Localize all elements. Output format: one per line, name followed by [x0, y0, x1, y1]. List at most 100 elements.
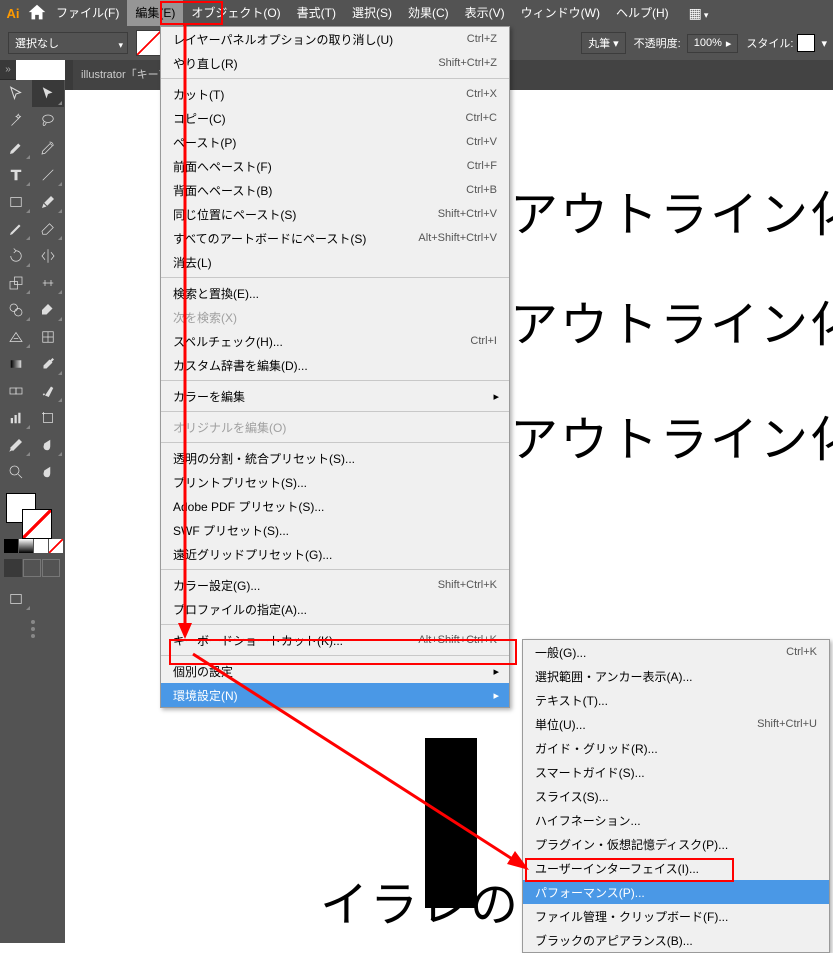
shape-builder-tool[interactable] — [0, 296, 32, 323]
zoom-tool[interactable] — [0, 458, 32, 485]
panel-collapse-icon[interactable]: » — [0, 60, 16, 80]
stroke-color-icon[interactable] — [22, 509, 52, 539]
eraser-tool[interactable] — [32, 215, 64, 242]
menu-item[interactable]: 透明の分割・統合プリセット(S)... — [161, 446, 509, 470]
artboard-tool[interactable] — [32, 404, 64, 431]
direct-selection-tool[interactable] — [32, 80, 64, 107]
lasso-tool[interactable] — [32, 107, 64, 134]
none-color-icon[interactable] — [34, 539, 48, 553]
pen-tool[interactable] — [0, 134, 32, 161]
menu-item[interactable]: 同じ位置にペースト(S)Shift+Ctrl+V — [161, 202, 509, 226]
menu-effect[interactable]: 効果(C) — [400, 0, 457, 26]
tab-handle[interactable] — [65, 60, 73, 90]
curvature-tool[interactable] — [32, 134, 64, 161]
menu-window[interactable]: ウィンドウ(W) — [513, 0, 608, 26]
menu-item[interactable]: カラー設定(G)...Shift+Ctrl+K — [161, 573, 509, 597]
toolbar-grip[interactable] — [0, 620, 65, 638]
symbol-sprayer-tool[interactable] — [32, 377, 64, 404]
opacity-label: 不透明度: — [634, 35, 681, 51]
menu-item[interactable]: 単位(U)...Shift+Ctrl+U — [523, 712, 829, 736]
menu-object[interactable]: オブジェクト(O) — [183, 0, 288, 26]
menu-item[interactable]: スマートガイド(S)... — [523, 760, 829, 784]
menu-item[interactable]: キーボードショートカット(K)...Alt+Shift+Ctrl+K — [161, 628, 509, 652]
menu-item[interactable]: テキスト(T)... — [523, 688, 829, 712]
menu-view[interactable]: 表示(V) — [457, 0, 513, 26]
screen-mode-button[interactable] — [0, 585, 32, 612]
menu-item[interactable]: スライス(S)... — [523, 784, 829, 808]
menu-item[interactable]: コピー(C)Ctrl+C — [161, 106, 509, 130]
menu-item[interactable]: ハイフネーション... — [523, 808, 829, 832]
hand-tool[interactable] — [32, 431, 64, 458]
gradient-tool[interactable] — [0, 350, 32, 377]
menu-item[interactable]: 消去(L) — [161, 250, 509, 274]
home-icon[interactable] — [26, 0, 48, 26]
menu-help[interactable]: ヘルプ(H) — [608, 0, 677, 26]
fill-swatch[interactable] — [136, 30, 162, 56]
draw-inside-icon[interactable] — [42, 559, 60, 577]
selection-tool[interactable] — [0, 80, 32, 107]
draw-behind-icon[interactable] — [23, 559, 41, 577]
selection-indicator[interactable]: 選択なし — [8, 32, 128, 54]
print-tile-tool[interactable] — [32, 458, 64, 485]
menu-item[interactable]: 一般(G)...Ctrl+K — [523, 640, 829, 664]
menu-item[interactable]: 遠近グリッドプリセット(G)... — [161, 542, 509, 566]
menu-item[interactable]: 検索と置換(E)... — [161, 281, 509, 305]
fill-stroke-control[interactable] — [0, 489, 65, 537]
column-graph-tool[interactable] — [0, 404, 32, 431]
line-tool[interactable] — [32, 161, 64, 188]
paintbrush-tool[interactable] — [32, 188, 64, 215]
width-tool[interactable] — [32, 269, 64, 296]
blend-tool[interactable] — [0, 377, 32, 404]
rectangle-tool[interactable] — [0, 188, 32, 215]
live-paint-tool[interactable] — [32, 296, 64, 323]
menu-item[interactable]: プリントプリセット(S)... — [161, 470, 509, 494]
menu-item[interactable]: 前面へペースト(F)Ctrl+F — [161, 154, 509, 178]
menu-item[interactable]: ペースト(P)Ctrl+V — [161, 130, 509, 154]
menu-item[interactable]: 環境設定(N)▸ — [161, 683, 509, 707]
menu-item[interactable]: 選択範囲・アンカー表示(A)... — [523, 664, 829, 688]
gradient-color-icon[interactable] — [19, 539, 33, 553]
draw-normal-icon[interactable] — [4, 559, 22, 577]
opacity-value[interactable]: 100%▸ — [687, 34, 739, 53]
menu-item[interactable]: ファイル管理・クリップボード(F)... — [523, 904, 829, 928]
magic-wand-tool[interactable] — [0, 107, 32, 134]
brush-preset[interactable]: 丸筆▾ — [581, 32, 626, 54]
perspective-grid-tool[interactable] — [0, 323, 32, 350]
menu-item[interactable]: Adobe PDF プリセット(S)... — [161, 494, 509, 518]
scale-tool[interactable] — [0, 269, 32, 296]
menu-item[interactable]: ブラックのアピアランス(B)... — [523, 928, 829, 952]
menu-item[interactable]: カスタム辞書を編集(D)... — [161, 353, 509, 377]
slice-tool[interactable] — [0, 431, 32, 458]
menu-item[interactable]: SWF プリセット(S)... — [161, 518, 509, 542]
menu-item[interactable]: レイヤーパネルオプションの取り消し(U)Ctrl+Z — [161, 27, 509, 51]
menu-item[interactable]: 個別の設定▸ — [161, 659, 509, 683]
none-color-icon-2[interactable] — [49, 539, 63, 553]
eyedropper-tool[interactable] — [32, 350, 64, 377]
menu-item[interactable]: プロファイルの指定(A)... — [161, 597, 509, 621]
menu-item[interactable]: スペルチェック(H)...Ctrl+I — [161, 329, 509, 353]
menu-item[interactable]: プラグイン・仮想記憶ディスク(P)... — [523, 832, 829, 856]
menu-item[interactable]: カラーを編集▸ — [161, 384, 509, 408]
menu-edit[interactable]: 編集(E) — [127, 0, 183, 26]
menu-format[interactable]: 書式(T) — [289, 0, 344, 26]
menu-select[interactable]: 選択(S) — [344, 0, 400, 26]
mesh-tool[interactable] — [32, 323, 64, 350]
solid-color-icon[interactable] — [4, 539, 18, 553]
menu-item[interactable]: ガイド・グリッド(R)... — [523, 736, 829, 760]
canvas-text: アウトライン化 — [510, 175, 833, 245]
menu-item[interactable]: 背面へペースト(B)Ctrl+B — [161, 178, 509, 202]
style-label: スタイル: — [746, 35, 793, 51]
rotate-tool[interactable] — [0, 242, 32, 269]
type-tool[interactable] — [0, 161, 32, 188]
menu-item[interactable]: ユーザーインターフェイス(I)... — [523, 856, 829, 880]
menu-item[interactable]: すべてのアートボードにペースト(S)Alt+Shift+Ctrl+V — [161, 226, 509, 250]
menu-file[interactable]: ファイル(F) — [48, 0, 127, 26]
submenu-arrow-icon: ▸ — [493, 689, 499, 702]
style-swatch[interactable] — [797, 34, 815, 52]
pencil-tool[interactable] — [0, 215, 32, 242]
workspace-switcher-icon[interactable]: ▦▾ — [683, 0, 715, 26]
menu-item[interactable]: やり直し(R)Shift+Ctrl+Z — [161, 51, 509, 75]
menu-item[interactable]: カット(T)Ctrl+X — [161, 82, 509, 106]
menu-item[interactable]: パフォーマンス(P)... — [523, 880, 829, 904]
reflect-tool[interactable] — [32, 242, 64, 269]
